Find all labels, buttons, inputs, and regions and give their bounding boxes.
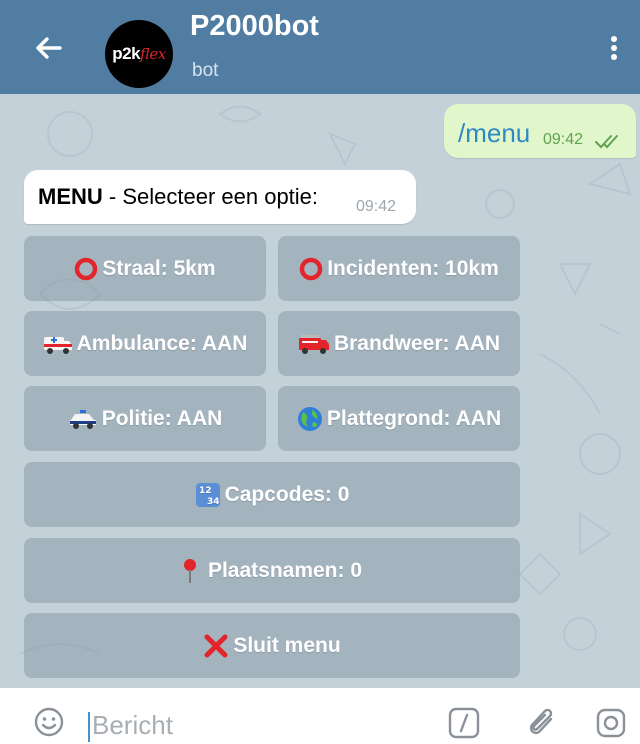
chat-header: p2k flex P2000bot bot: [0, 0, 640, 94]
plattegrond-button[interactable]: Plattegrond: AAN: [278, 386, 520, 451]
back-arrow-icon[interactable]: [34, 36, 62, 60]
message-input[interactable]: Bericht: [92, 710, 173, 741]
hollow-red-circle-icon: [74, 257, 98, 281]
incidenten-button[interactable]: Incidenten: 10km: [278, 236, 520, 301]
plaatsnamen-button[interactable]: Plaatsnamen: 0: [24, 538, 520, 603]
message-text: MENU - Selecteer een optie:: [38, 184, 318, 210]
politie-label: Politie: AAN: [101, 406, 223, 430]
input-numbers-icon: 12 34: [195, 482, 221, 508]
ambulance-button[interactable]: Ambulance: AAN: [24, 311, 266, 376]
bot-commands-icon[interactable]: [448, 707, 480, 739]
avatar-logo-accent: flex: [140, 45, 166, 63]
chat-area: /menu 09:42 MENU - Selecteer een optie: …: [0, 94, 640, 688]
message-text-rest: - Selecteer een optie:: [102, 184, 319, 209]
cross-mark-icon: [203, 633, 229, 659]
capcodes-button[interactable]: 12 34 Capcodes: 0: [24, 462, 520, 527]
fire-engine-icon: [298, 333, 330, 355]
outgoing-message[interactable]: /menu 09:42: [444, 104, 636, 158]
double-check-icon: [595, 135, 618, 149]
message-time: 09:42: [356, 198, 397, 215]
brandweer-label: Brandweer: AAN: [333, 331, 501, 355]
ambulance-icon: [43, 333, 73, 355]
attach-icon[interactable]: [525, 705, 559, 741]
sluit-menu-label: Sluit menu: [233, 633, 341, 657]
sluit-menu-button[interactable]: Sluit menu: [24, 613, 520, 678]
police-car-icon: [68, 408, 98, 430]
straal-label: Straal: 5km: [102, 256, 216, 280]
incidenten-label: Incidenten: 10km: [327, 256, 499, 280]
incoming-message[interactable]: MENU - Selecteer een optie: 09:42: [24, 170, 416, 224]
avatar[interactable]: p2k flex: [105, 20, 173, 88]
brandweer-button[interactable]: Brandweer: AAN: [278, 311, 520, 376]
plaatsnamen-label: Plaatsnamen: 0: [207, 558, 363, 582]
chat-title[interactable]: P2000bot: [190, 10, 319, 43]
message-text[interactable]: /menu: [458, 118, 530, 149]
politie-button[interactable]: Politie: AAN: [24, 386, 266, 451]
more-options-icon[interactable]: [608, 36, 620, 66]
avatar-logo-text: p2k: [112, 44, 141, 63]
plattegrond-label: Plattegrond: AAN: [326, 406, 502, 430]
text-cursor: [88, 712, 90, 742]
ambulance-label: Ambulance: AAN: [76, 331, 248, 355]
camera-icon[interactable]: [596, 707, 626, 739]
message-time: 09:42: [543, 131, 584, 148]
straal-button[interactable]: Straal: 5km: [24, 236, 266, 301]
hollow-red-circle-icon: [299, 257, 323, 281]
globe-icon: [297, 406, 323, 432]
chat-subtitle: bot: [192, 60, 219, 81]
capcodes-label: Capcodes: 0: [224, 482, 350, 506]
message-text-bold: MENU: [38, 184, 103, 209]
svg-text:12: 12: [199, 486, 212, 496]
emoji-icon[interactable]: [34, 707, 64, 737]
round-pushpin-icon: [182, 558, 198, 584]
svg-text:34: 34: [207, 497, 220, 507]
